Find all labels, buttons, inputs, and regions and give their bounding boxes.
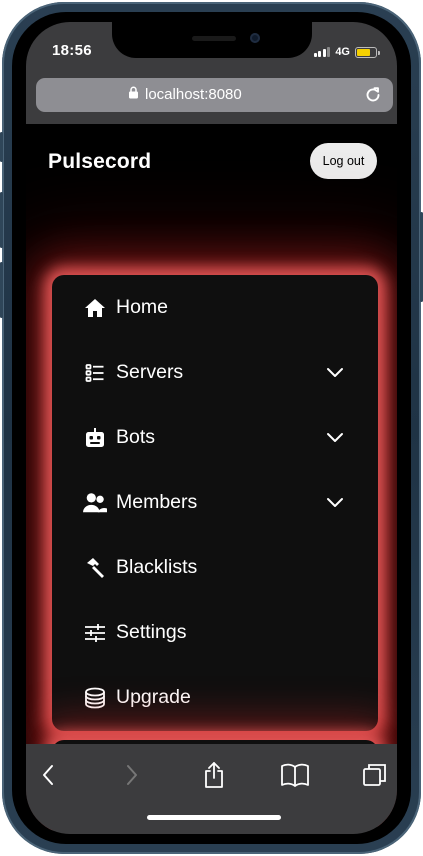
nav-item-label: Blacklists: [116, 556, 198, 578]
sliders-icon: [83, 621, 107, 645]
back-icon[interactable]: [32, 760, 64, 790]
web-page: Pulsecord Log out Home Servers Bots Memb…: [26, 124, 397, 834]
brand-logo[interactable]: Pulsecord: [48, 150, 151, 174]
nav-item-label: Upgrade: [116, 686, 191, 708]
coins-icon: [83, 686, 107, 710]
url-text: localhost:8080: [145, 86, 242, 103]
home-indicator[interactable]: [147, 815, 281, 820]
chevron-down-icon[interactable]: [326, 363, 344, 381]
notch: [112, 22, 312, 58]
status-bar: 18:56 4G: [26, 22, 397, 78]
chevron-down-icon[interactable]: [326, 428, 344, 446]
share-icon[interactable]: [198, 760, 230, 790]
bookmarks-icon[interactable]: [279, 760, 311, 790]
address-bar[interactable]: localhost:8080: [36, 78, 393, 112]
chevron-down-icon[interactable]: [326, 493, 344, 511]
phone-screen: 18:56 4G localhost:8080 Pulsecord Log ou…: [26, 22, 397, 834]
reload-icon[interactable]: [363, 85, 383, 105]
users-icon: [83, 491, 107, 515]
logout-button[interactable]: Log out: [310, 143, 377, 179]
signal-icon: [313, 47, 331, 57]
nav-item-label: Servers: [116, 361, 184, 383]
nav-item-label: Settings: [116, 621, 187, 643]
phone-volume-down-button: [0, 262, 3, 318]
nav-item-upgrade[interactable]: Upgrade: [52, 665, 378, 730]
nav-item-label: Home: [116, 296, 169, 318]
address-content: localhost:8080: [128, 86, 242, 103]
phone-side-button: [0, 132, 3, 162]
phone-volume-up-button: [0, 192, 3, 248]
phone-bezel: 18:56 4G localhost:8080 Pulsecord Log ou…: [12, 12, 411, 844]
home-icon: [83, 296, 107, 320]
forward-icon[interactable]: [116, 760, 148, 790]
battery-icon: [355, 46, 380, 58]
nav-item-blacklists[interactable]: Blacklists: [52, 535, 378, 600]
hammer-icon: [83, 556, 107, 580]
nav-list: Home Servers Bots Members Blacklists Set…: [52, 275, 378, 730]
phone-frame: 18:56 4G localhost:8080 Pulsecord Log ou…: [0, 2, 423, 854]
nav-item-bots[interactable]: Bots: [52, 405, 378, 470]
network-type: 4G: [335, 46, 350, 58]
browser-address-area: localhost:8080: [26, 78, 397, 124]
navigation-card: Home Servers Bots Members Blacklists Set…: [52, 275, 378, 731]
robot-icon: [83, 426, 107, 450]
nav-item-members[interactable]: Members: [52, 470, 378, 535]
lock-icon: [128, 86, 139, 103]
nav-item-servers[interactable]: Servers: [52, 340, 378, 405]
nav-item-home[interactable]: Home: [52, 275, 378, 340]
tabs-icon[interactable]: [359, 760, 391, 790]
status-time: 18:56: [52, 42, 92, 59]
speaker: [192, 36, 236, 41]
nav-item-label: Bots: [116, 426, 156, 448]
browser-toolbar: [26, 744, 397, 834]
camera: [250, 33, 260, 43]
nav-item-label: Members: [116, 491, 198, 513]
nav-item-settings[interactable]: Settings: [52, 600, 378, 665]
status-indicators: 4G: [313, 46, 380, 58]
server-list-icon: [83, 361, 107, 385]
